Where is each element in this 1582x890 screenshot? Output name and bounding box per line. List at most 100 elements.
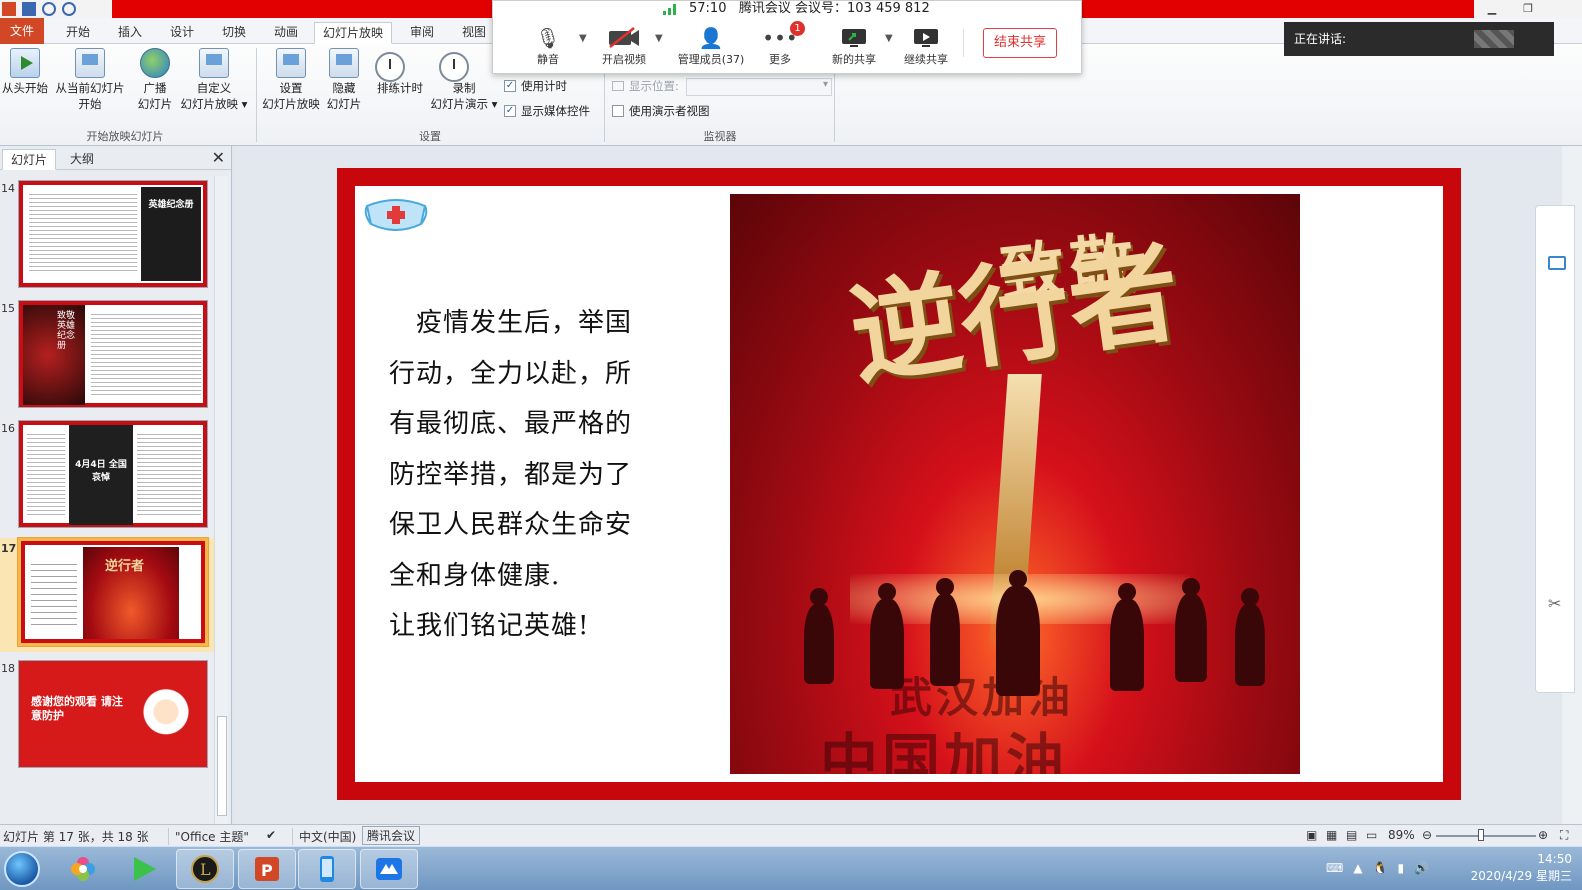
normal-view-icon[interactable]: ▣ xyxy=(1306,828,1317,842)
use-timings-checkbox[interactable]: ✓ 使用计时 xyxy=(504,78,567,94)
thumbnail-number: 17 xyxy=(1,542,17,555)
setup-slideshow-button[interactable]: 设置 幻灯片放映 xyxy=(260,48,322,112)
scissors-icon[interactable]: ✂ xyxy=(1548,594,1561,613)
show-on-dropdown[interactable] xyxy=(686,78,832,96)
tray-expand-icon[interactable]: ▲ xyxy=(1353,861,1362,875)
presenter-view-checkbox[interactable]: 使用演示者视图 xyxy=(612,103,710,119)
taskbar-app-tencent-meeting[interactable] xyxy=(360,849,418,889)
tab-design[interactable]: 设计 xyxy=(162,22,202,44)
chevron-down-icon[interactable]: ▼ xyxy=(579,33,587,44)
group-label-start: 开始放映幻灯片 xyxy=(86,130,164,143)
redo-icon[interactable] xyxy=(62,2,76,16)
start-button[interactable] xyxy=(0,847,44,890)
share-screen-icon xyxy=(819,25,889,51)
undo-icon[interactable] xyxy=(42,2,56,16)
slide-thumbnail-17[interactable]: 逆行者 xyxy=(18,538,208,646)
tencent-meeting-taskpane[interactable]: 腾讯会议 xyxy=(362,826,421,845)
end-share-button[interactable]: 结束共享 xyxy=(983,28,1057,58)
broadcast-slideshow-button[interactable]: 广播 幻灯片 xyxy=(134,48,176,112)
from-beginning-button[interactable]: 从头开始 xyxy=(0,48,50,96)
spellcheck-icon[interactable]: ✔ xyxy=(266,828,276,842)
new-share-button[interactable]: 新的共享 xyxy=(819,25,889,67)
zoom-slider-thumb[interactable] xyxy=(1478,829,1484,841)
powerpoint-icon: P xyxy=(255,857,279,881)
language-indicator[interactable]: 中文(中国) xyxy=(292,828,356,845)
slide-text-line: 保卫人民群众生命安 xyxy=(389,510,633,540)
speaking-indicator: 正在讲话: xyxy=(1284,22,1554,56)
thumbnail-number: 14 xyxy=(1,182,15,195)
zoom-out-icon[interactable]: ⊖ xyxy=(1422,828,1432,842)
manage-members-button[interactable]: 👤 管理成员(37) xyxy=(669,25,753,67)
start-video-button[interactable]: 开启视频 xyxy=(589,25,659,67)
poster-title-big: 逆行者 xyxy=(842,226,1188,401)
show-media-controls-checkbox[interactable]: ✓ 显示媒体控件 xyxy=(504,103,590,119)
panel-scrollbar[interactable] xyxy=(214,176,228,824)
slide-text-body[interactable]: 疫情发生后，举国 行动，全力以赴，所 有最彻底、最严格的 防控举措，都是为了 保… xyxy=(389,298,659,652)
restore-icon[interactable]: ❐ xyxy=(1510,0,1546,18)
ribbon-divider xyxy=(256,48,257,142)
floating-side-widget: ✂ xyxy=(1535,205,1575,693)
zoom-level[interactable]: 89% xyxy=(1388,828,1415,842)
zoom-in-icon[interactable]: ⊕ xyxy=(1538,828,1548,842)
image-icon[interactable] xyxy=(1548,256,1566,270)
minimize-icon[interactable]: ▁ xyxy=(1474,0,1510,18)
tab-animations[interactable]: 动画 xyxy=(266,22,306,44)
system-clock[interactable]: 14:50 2020/4/29 星期三 xyxy=(1471,851,1572,885)
reading-view-icon[interactable]: ▤ xyxy=(1346,828,1357,842)
rehearse-timings-button[interactable]: 排练计时 xyxy=(374,48,426,96)
scrollbar-thumb[interactable] xyxy=(217,716,227,816)
taskbar-app-league[interactable]: L xyxy=(176,849,234,889)
tab-home[interactable]: 开始 xyxy=(58,22,98,44)
hide-slide-button[interactable]: 隐藏 幻灯片 xyxy=(324,48,364,112)
network-icon[interactable]: ▮ xyxy=(1398,861,1405,875)
taskbar-app-player[interactable] xyxy=(114,849,172,889)
powerpoint-icon xyxy=(2,2,16,16)
keyboard-icon[interactable]: ⌨ xyxy=(1326,861,1343,875)
current-slide[interactable]: 疫情发生后，举国 行动，全力以赴，所 有最彻底、最严格的 防控举措，都是为了 保… xyxy=(337,168,1461,800)
close-window-icon[interactable] xyxy=(1546,0,1582,18)
slideshow-view-icon[interactable]: ▭ xyxy=(1366,828,1377,842)
slide-thumbnail-panel: 幻灯片 大纲 ✕ 14 英雄纪念册 15 致敬英雄 纪念册 16 4月4日 全国… xyxy=(0,146,232,824)
save-icon[interactable] xyxy=(22,2,36,16)
custom-slideshow-button[interactable]: 自定义 幻灯片放映 ▾ xyxy=(178,48,250,112)
tab-view[interactable]: 视图 xyxy=(454,22,494,44)
more-button[interactable]: ••• 更多 xyxy=(745,25,815,67)
close-panel-icon[interactable]: ✕ xyxy=(212,148,225,167)
slide-thumbnail-14[interactable]: 英雄纪念册 xyxy=(18,180,208,288)
chevron-down-icon[interactable]: ▼ xyxy=(655,33,663,44)
qq-icon[interactable]: 🐧 xyxy=(1373,861,1388,875)
window-controls: ▁ ❐ xyxy=(1474,0,1582,18)
game-logo-icon: L xyxy=(191,855,219,883)
slide-thumbnail-18[interactable]: 感谢您的观看 请注意防护 xyxy=(18,660,208,768)
tab-slides[interactable]: 幻灯片 xyxy=(2,149,57,170)
windows-taskbar: L P ⌨ ▲ 🐧 ▮ 🔊 14:50 2020/4/29 星期三 xyxy=(0,846,1582,890)
slide-thumbnail-16[interactable]: 4月4日 全国哀悼 xyxy=(18,420,208,528)
windows-logo-icon xyxy=(4,851,40,887)
meeting-timer: 57:10 xyxy=(689,1,727,16)
tab-insert[interactable]: 插入 xyxy=(110,22,150,44)
taskbar-app-photos[interactable] xyxy=(54,849,112,889)
slide-text-line: 疫情发生后，举国 xyxy=(389,308,633,338)
from-current-slide-button[interactable]: 从当前幻灯片 开始 xyxy=(52,48,128,112)
fit-to-window-icon[interactable]: ⛶ xyxy=(1560,828,1568,843)
slide-sorter-icon[interactable]: ▦ xyxy=(1326,828,1337,842)
tab-transitions[interactable]: 切换 xyxy=(214,22,254,44)
taskbar-app-phone[interactable] xyxy=(298,849,356,889)
continue-share-button[interactable]: 继续共享 xyxy=(891,25,961,67)
tab-slideshow[interactable]: 幻灯片放映 xyxy=(314,22,393,44)
mute-button[interactable]: 🎙 静音 xyxy=(513,25,583,67)
zoom-slider[interactable] xyxy=(1436,835,1536,837)
play-icon xyxy=(10,48,40,78)
tab-file[interactable]: 文件 xyxy=(0,18,44,44)
system-tray: ⌨ ▲ 🐧 ▮ 🔊 xyxy=(1326,861,1429,875)
tencent-meeting-toolbar: 57:10 腾讯会议 会议号：103 459 812 🎙 静音 ▼ 开启视频 ▼… xyxy=(492,0,1082,74)
record-slideshow-button[interactable]: 录制 幻灯片演示 ▾ xyxy=(428,48,500,112)
volume-icon[interactable]: 🔊 xyxy=(1414,861,1429,875)
taskbar-app-powerpoint[interactable]: P xyxy=(238,849,296,889)
tab-outline[interactable]: 大纲 xyxy=(62,149,102,170)
slide-thumbnail-15[interactable]: 致敬英雄 纪念册 xyxy=(18,300,208,408)
heroes-poster-image[interactable]: 致敬 逆行者 武汉加油 中国加油 xyxy=(730,194,1300,774)
microphone-icon: 🎙 xyxy=(535,26,561,50)
tab-review[interactable]: 审阅 xyxy=(402,22,442,44)
notification-badge: 1 xyxy=(790,21,805,36)
